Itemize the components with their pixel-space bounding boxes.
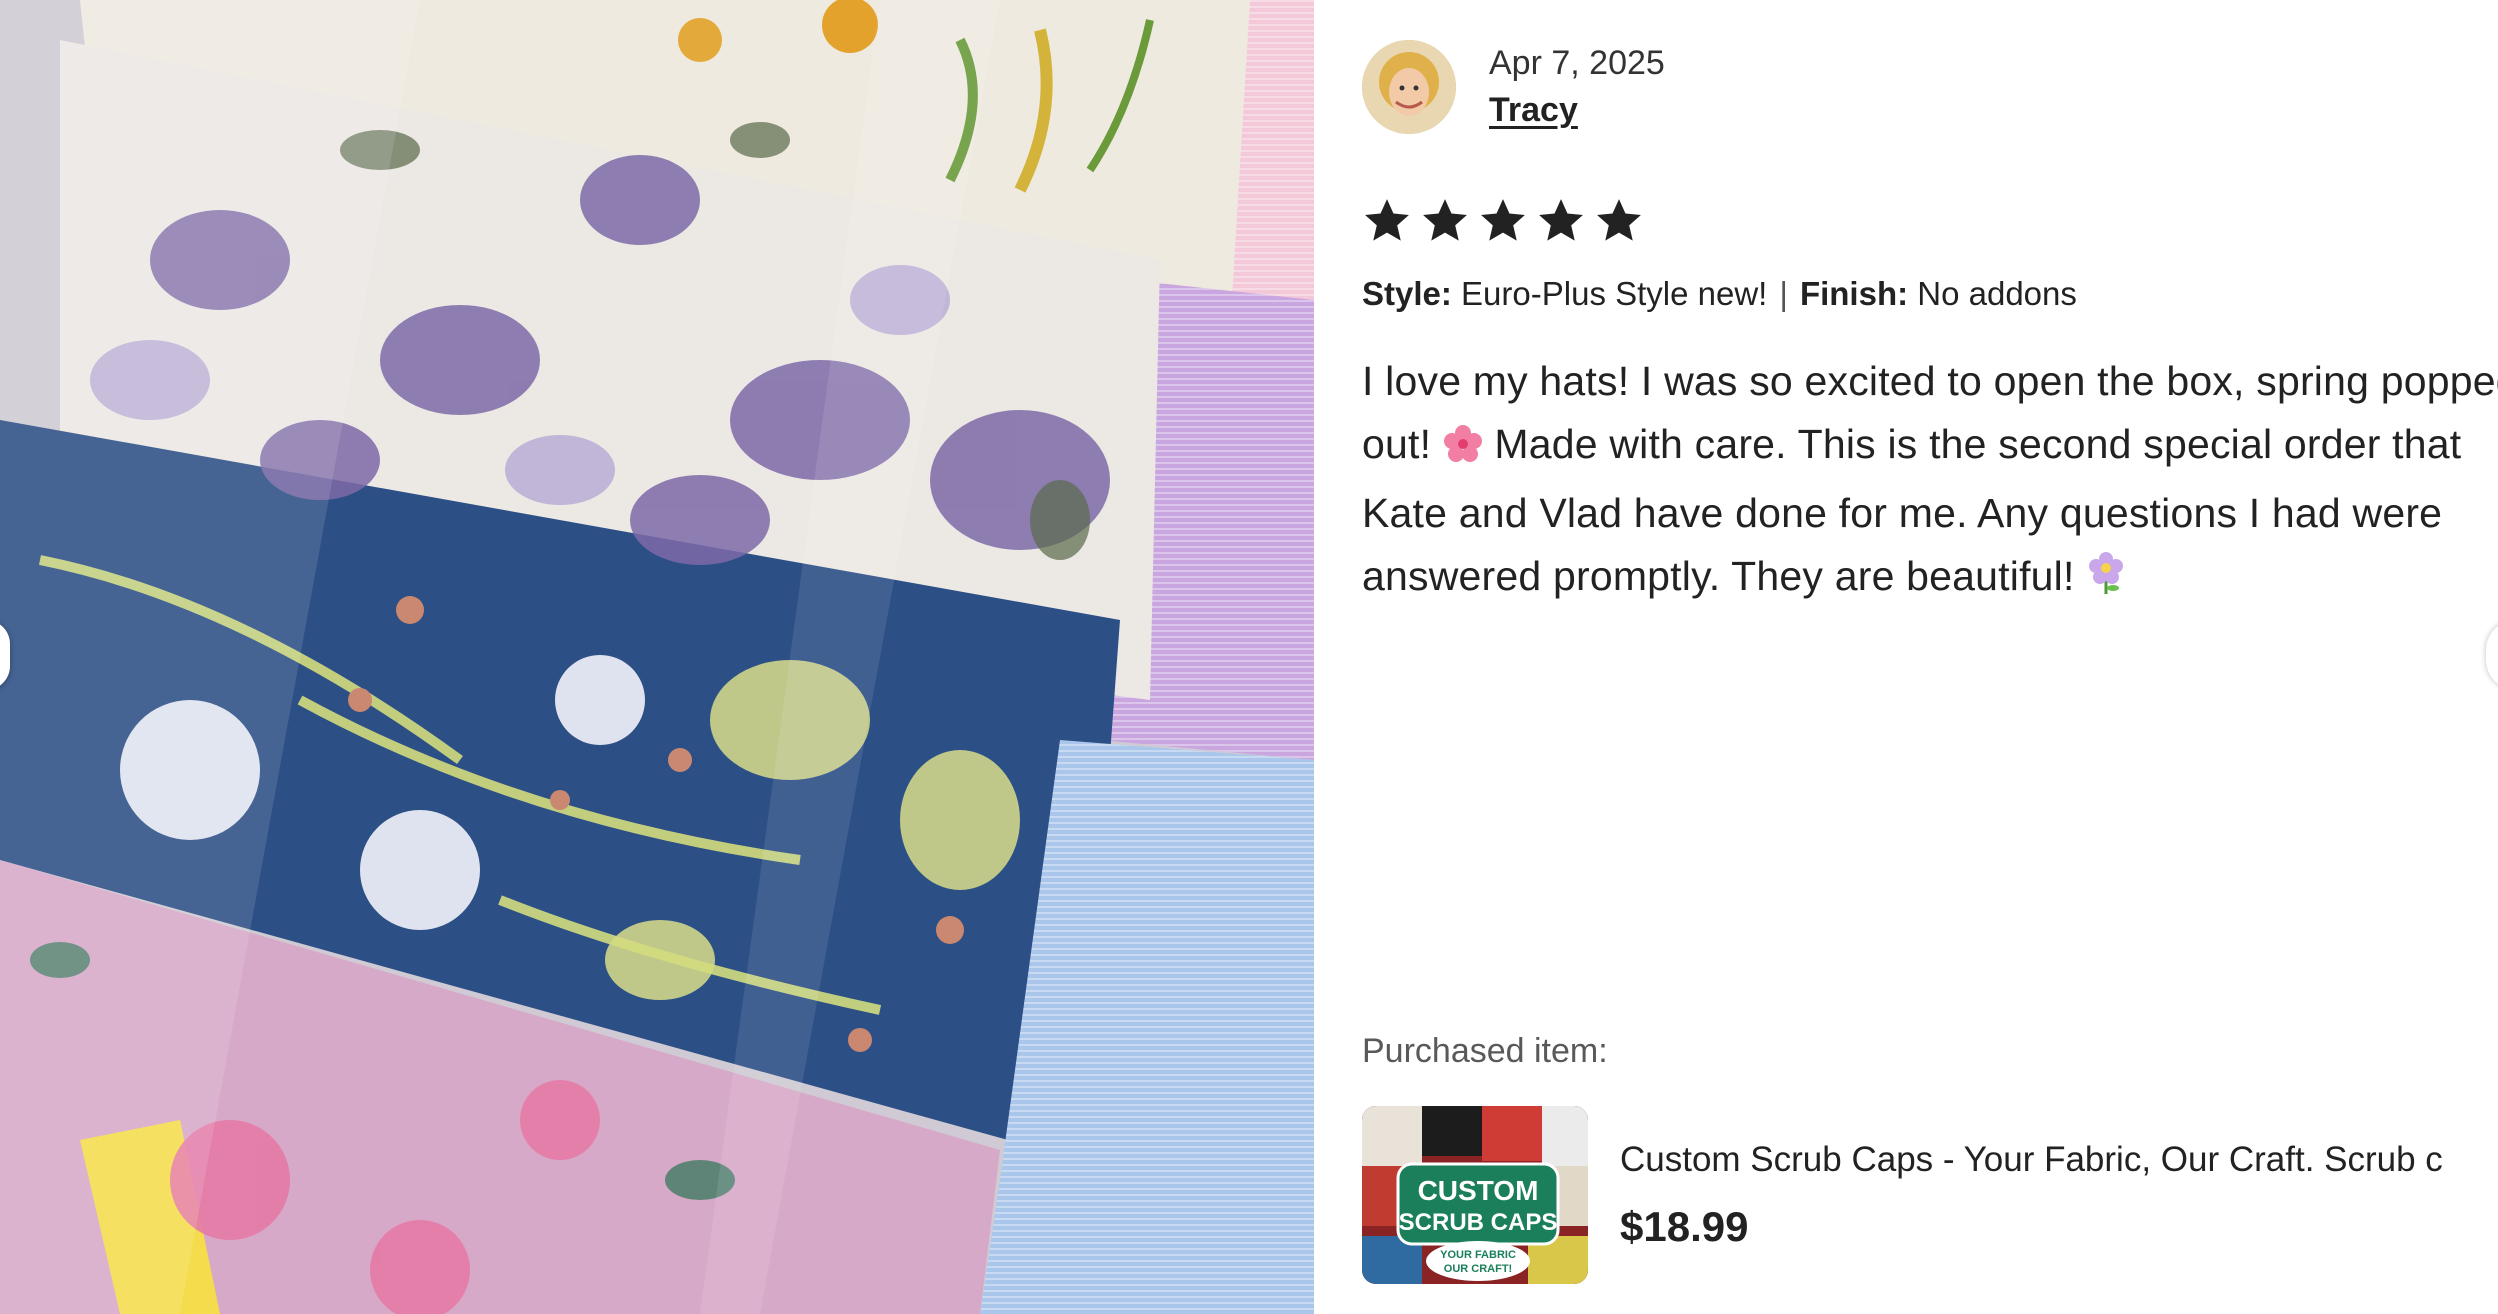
variation-separator: | <box>1779 275 1788 312</box>
purchased-item-thumbnail[interactable]: CUSTOM SCRUB CAPS YOUR FABRIC OUR CRAFT! <box>1362 1106 1588 1284</box>
star-icon <box>1597 199 1641 241</box>
purchase-variations: Style: Euro-Plus Style new! | Finish: No a… <box>1362 275 2077 313</box>
thumb-badge-line1: YOUR FABRIC <box>1440 1249 1516 1261</box>
scrub-caps-thumbnail-image: CUSTOM SCRUB CAPS YOUR FABRIC OUR CRAFT! <box>1362 1106 1588 1284</box>
star-rating <box>1362 196 1644 246</box>
thumb-badge-line2: OUR CRAFT! <box>1444 1263 1512 1275</box>
review-panel: Apr 7, 2025 Tracy Style: Euro-Plus Style… <box>1362 0 2498 1314</box>
star-icon <box>1423 199 1467 241</box>
star-icon <box>1481 199 1525 241</box>
star-icon <box>1539 199 1583 241</box>
style-value: Euro-Plus Style new! <box>1461 275 1768 312</box>
purchased-item-label: Purchased item: <box>1362 1032 1608 1070</box>
blossom-icon <box>2086 551 2126 614</box>
review-date: Apr 7, 2025 <box>1489 44 1665 82</box>
review-text-part2: Made with care. This is the second speci… <box>1362 421 2462 599</box>
floral-fabric-photo <box>0 0 1314 1314</box>
cherry-blossom-icon <box>1443 419 1483 482</box>
style-label: Style: <box>1362 275 1452 312</box>
purchased-item-title-link[interactable]: Custom Scrub Caps - Your Fabric, Our Cra… <box>1620 1140 2443 1180</box>
finish-value: No addons <box>1917 275 2077 312</box>
reviewer-name-link[interactable]: Tracy <box>1489 91 1578 130</box>
star-icon <box>1365 199 1409 241</box>
review-photo[interactable] <box>0 0 1314 1314</box>
thumb-title-line1: CUSTOM <box>1418 1175 1539 1206</box>
review-text: I love my hats! I was so excited to open… <box>1362 350 2498 614</box>
purchased-item-price: $18.99 <box>1620 1203 1749 1250</box>
avatar-photo <box>1362 40 1456 134</box>
thumb-title-line2: SCRUB CAPS <box>1399 1209 1558 1236</box>
reviewer-avatar[interactable] <box>1362 40 1456 134</box>
finish-label: Finish: <box>1799 275 1909 312</box>
